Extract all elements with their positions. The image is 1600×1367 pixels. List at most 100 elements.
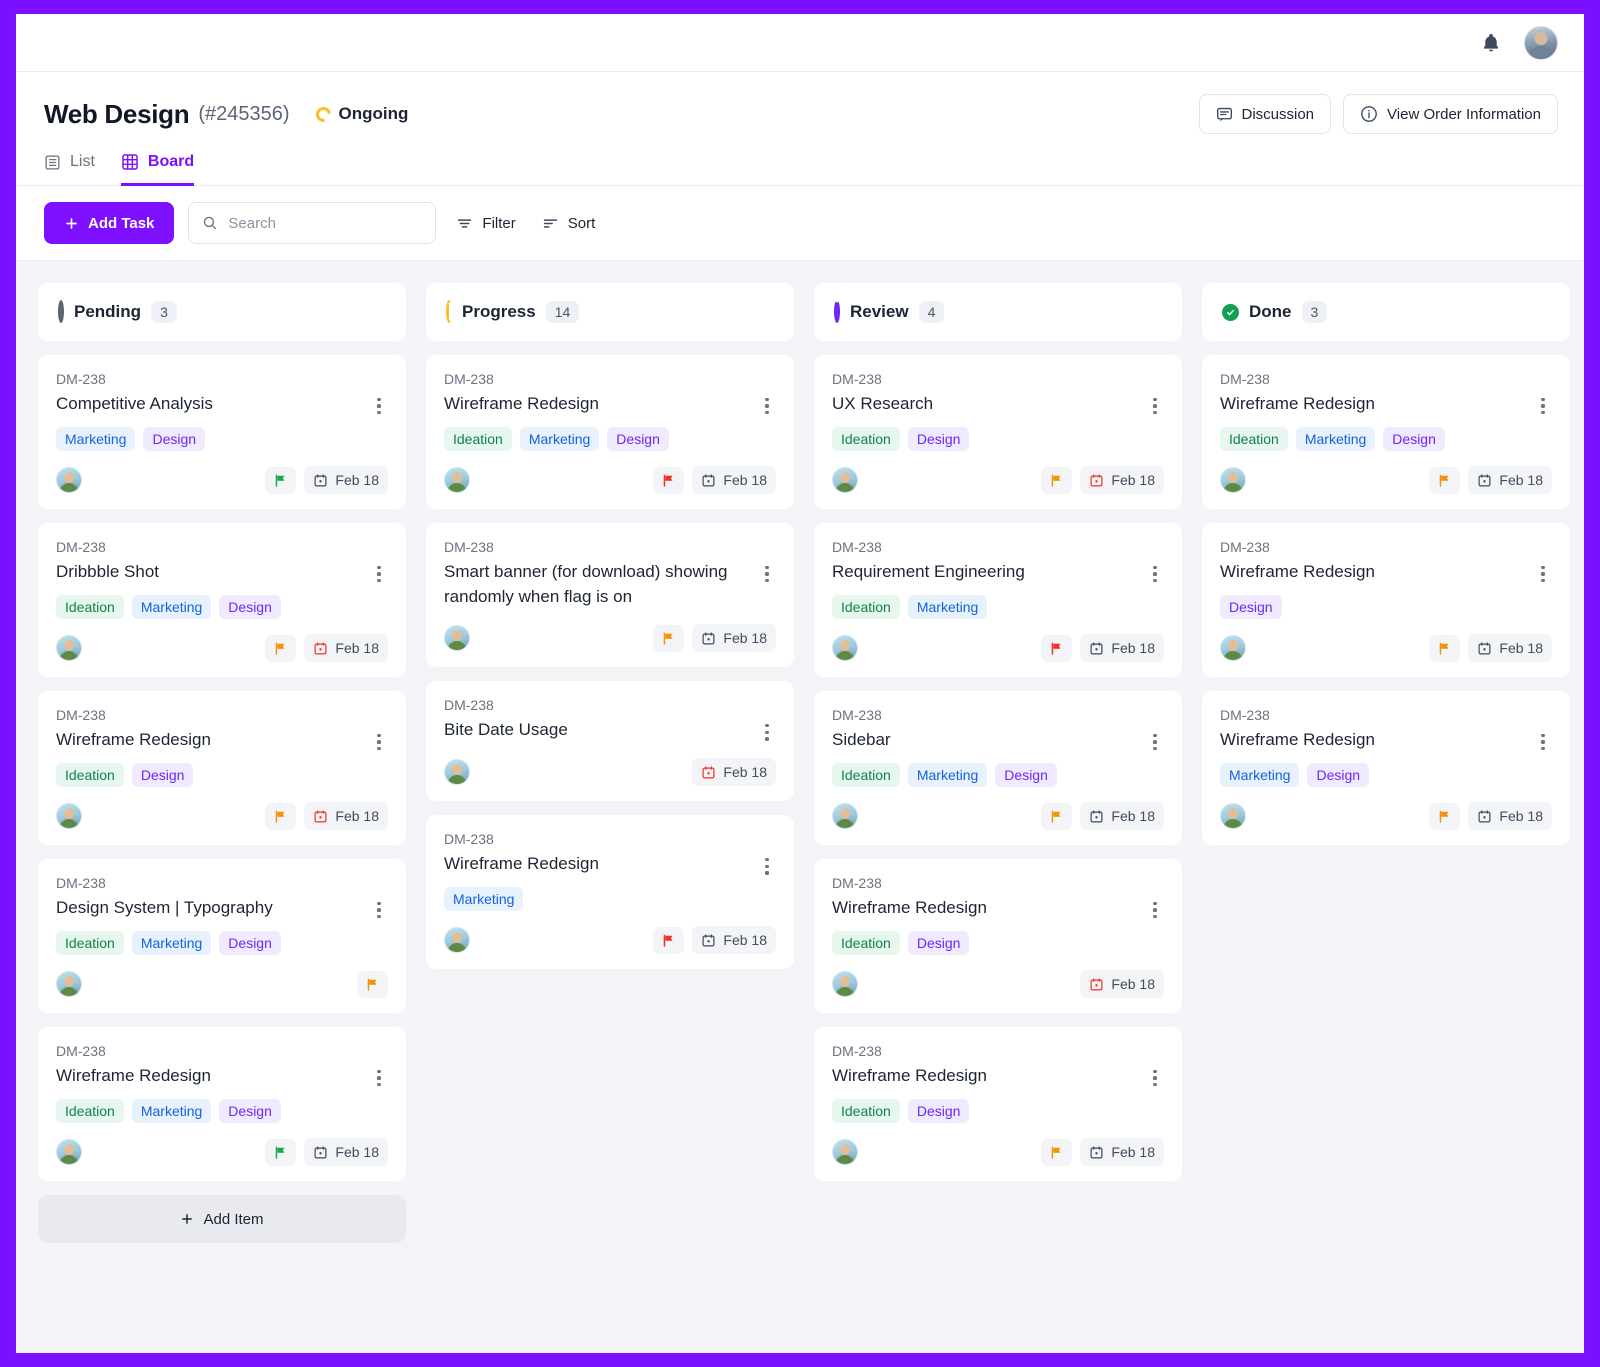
assignee-avatar[interactable] bbox=[444, 625, 470, 652]
due-date-badge[interactable]: Feb 18 bbox=[1468, 466, 1552, 494]
task-card[interactable]: DM-238 Competitive Analysis Marketing Desig… bbox=[38, 355, 406, 509]
tag-ideation[interactable]: Ideation bbox=[1220, 427, 1288, 451]
assignee-avatar[interactable] bbox=[832, 635, 858, 661]
due-date-badge[interactable]: Feb 18 bbox=[692, 624, 776, 653]
add-task-button[interactable]: Add Task bbox=[44, 202, 175, 244]
card-menu-icon[interactable] bbox=[1146, 731, 1164, 753]
tag-ideation[interactable]: Ideation bbox=[832, 595, 900, 619]
avatar[interactable] bbox=[1524, 25, 1558, 60]
tag-design[interactable]: Design bbox=[219, 1099, 281, 1123]
priority-flag-badge[interactable] bbox=[1041, 802, 1073, 830]
assignee-avatar[interactable] bbox=[1220, 467, 1246, 493]
task-card[interactable]: DM-238 Requirement Engineering Ideation Mar… bbox=[814, 523, 1182, 677]
due-date-badge[interactable]: Feb 18 bbox=[1080, 466, 1164, 494]
priority-flag-badge[interactable] bbox=[1429, 634, 1461, 662]
card-menu-icon[interactable] bbox=[1146, 899, 1164, 921]
task-card[interactable]: DM-238 UX Research Ideation Design Feb 18 bbox=[814, 355, 1182, 509]
priority-flag-badge[interactable] bbox=[357, 970, 388, 998]
tag-marketing[interactable]: Marketing bbox=[131, 1099, 212, 1123]
due-date-badge[interactable]: Feb 18 bbox=[304, 1138, 388, 1166]
due-date-badge[interactable]: Feb 18 bbox=[1080, 970, 1164, 998]
assignee-avatar[interactable] bbox=[444, 467, 470, 493]
task-card[interactable]: DM-238 Wireframe Redesign Ideation Design Fe… bbox=[814, 1027, 1182, 1181]
assignee-avatar[interactable] bbox=[56, 971, 82, 997]
task-card[interactable]: DM-238 Wireframe Redesign Design Feb 18 bbox=[1202, 523, 1570, 677]
task-card[interactable]: DM-238 Wireframe Redesign Ideation Marketin… bbox=[1202, 355, 1570, 509]
tag-design[interactable]: Design bbox=[219, 595, 281, 619]
due-date-badge[interactable]: Feb 18 bbox=[692, 926, 776, 955]
priority-flag-badge[interactable] bbox=[653, 466, 685, 494]
tag-ideation[interactable]: Ideation bbox=[832, 1099, 900, 1123]
assignee-avatar[interactable] bbox=[56, 635, 82, 661]
assignee-avatar[interactable] bbox=[832, 467, 858, 493]
priority-flag-badge[interactable] bbox=[653, 926, 685, 954]
tab-board[interactable]: Board bbox=[120, 153, 195, 186]
filter-button[interactable]: Filter bbox=[450, 215, 521, 232]
task-card[interactable]: DM-238 Design System | Typography Ideation… bbox=[38, 859, 406, 1013]
card-menu-icon[interactable] bbox=[1534, 563, 1552, 585]
sort-button[interactable]: Sort bbox=[536, 215, 602, 232]
due-date-badge[interactable]: Feb 18 bbox=[1080, 634, 1164, 662]
tag-marketing[interactable]: Marketing bbox=[907, 763, 988, 787]
view-order-information-button[interactable]: View Order Information bbox=[1343, 94, 1558, 134]
card-menu-icon[interactable] bbox=[1146, 395, 1164, 417]
due-date-badge[interactable]: Feb 18 bbox=[304, 634, 388, 662]
assignee-avatar[interactable] bbox=[1220, 635, 1246, 661]
tag-ideation[interactable]: Ideation bbox=[832, 931, 900, 955]
tag-marketing[interactable]: Marketing bbox=[519, 427, 600, 451]
due-date-badge[interactable]: Feb 18 bbox=[1080, 802, 1164, 830]
tag-marketing[interactable]: Marketing bbox=[1295, 427, 1376, 451]
search-input[interactable] bbox=[228, 214, 423, 232]
add-item-button[interactable]: Add Item bbox=[38, 1195, 406, 1243]
priority-flag-badge[interactable] bbox=[1041, 466, 1073, 494]
card-menu-icon[interactable] bbox=[370, 1067, 388, 1089]
tag-marketing[interactable]: Marketing bbox=[56, 427, 136, 451]
due-date-badge[interactable]: Feb 18 bbox=[304, 466, 388, 494]
discussion-button[interactable]: Discussion bbox=[1198, 94, 1332, 134]
task-card[interactable]: DM-238 Bite Date Usage Feb 18 bbox=[426, 681, 794, 802]
card-menu-icon[interactable] bbox=[1146, 563, 1164, 585]
card-menu-icon[interactable] bbox=[1534, 731, 1552, 753]
task-card[interactable]: DM-238 Smart banner (for download) showin… bbox=[426, 523, 794, 668]
task-card[interactable]: DM-238 Sidebar Ideation Marketing Design Feb … bbox=[814, 691, 1182, 845]
due-date-badge[interactable]: Feb 18 bbox=[304, 802, 388, 830]
due-date-badge[interactable]: Feb 18 bbox=[1468, 802, 1552, 830]
tag-design[interactable]: Design bbox=[607, 427, 669, 451]
due-date-badge[interactable]: Feb 18 bbox=[692, 466, 776, 494]
task-card[interactable]: DM-238 Wireframe Redesign Marketing Design F… bbox=[1202, 691, 1570, 845]
card-menu-icon[interactable] bbox=[758, 855, 776, 877]
tag-design[interactable]: Design bbox=[1383, 427, 1445, 451]
assignee-avatar[interactable] bbox=[56, 467, 82, 493]
tag-marketing[interactable]: Marketing bbox=[131, 595, 212, 619]
card-menu-icon[interactable] bbox=[758, 563, 776, 585]
tag-design[interactable]: Design bbox=[219, 931, 281, 955]
task-card[interactable]: DM-238 Dribbble Shot Ideation Marketing Desi… bbox=[38, 523, 406, 677]
tag-design[interactable]: Design bbox=[1307, 763, 1370, 787]
priority-flag-badge[interactable] bbox=[265, 802, 297, 830]
card-menu-icon[interactable] bbox=[758, 721, 776, 743]
tag-ideation[interactable]: Ideation bbox=[56, 1099, 124, 1123]
tag-ideation[interactable]: Ideation bbox=[56, 931, 124, 955]
card-menu-icon[interactable] bbox=[370, 899, 388, 921]
task-card[interactable]: DM-238 Wireframe Redesign Ideation Design Fe… bbox=[814, 859, 1182, 1013]
priority-flag-badge[interactable] bbox=[265, 466, 297, 494]
tag-design[interactable]: Design bbox=[143, 427, 206, 451]
assignee-avatar[interactable] bbox=[832, 971, 858, 997]
priority-flag-badge[interactable] bbox=[265, 1138, 297, 1166]
card-menu-icon[interactable] bbox=[1146, 1067, 1164, 1089]
assignee-avatar[interactable] bbox=[56, 1139, 82, 1165]
tag-marketing[interactable]: Marketing bbox=[131, 931, 212, 955]
bell-icon[interactable] bbox=[1480, 31, 1502, 55]
tag-ideation[interactable]: Ideation bbox=[832, 427, 900, 451]
tag-marketing[interactable]: Marketing bbox=[444, 887, 524, 912]
task-card[interactable]: DM-238 Wireframe Redesign Ideation Marketin… bbox=[38, 1027, 406, 1181]
assignee-avatar[interactable] bbox=[444, 927, 470, 954]
assignee-avatar[interactable] bbox=[832, 803, 858, 829]
tag-ideation[interactable]: Ideation bbox=[444, 427, 512, 451]
card-menu-icon[interactable] bbox=[370, 395, 388, 417]
task-card[interactable]: DM-238 Wireframe Redesign Ideation Marketin… bbox=[426, 355, 794, 509]
priority-flag-badge[interactable] bbox=[1429, 466, 1461, 494]
tag-design[interactable]: Design bbox=[907, 931, 970, 955]
priority-flag-badge[interactable] bbox=[653, 624, 685, 652]
assignee-avatar[interactable] bbox=[56, 803, 82, 829]
